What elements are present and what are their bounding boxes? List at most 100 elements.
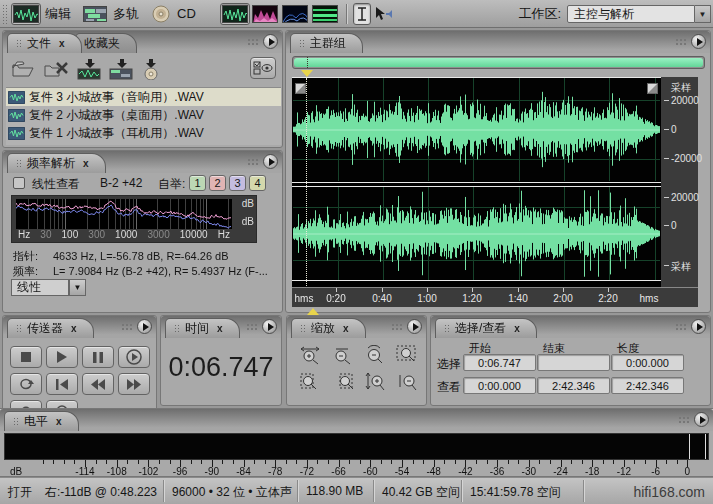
zoom-selection-right-button[interactable]: [329, 371, 357, 393]
file-list-item[interactable]: 复件 1 小城故事（耳机用）.WAV: [6, 124, 281, 142]
waveform-display[interactable]: [292, 77, 661, 287]
playhead-cursor[interactable]: [306, 78, 307, 286]
fast-forward-button[interactable]: [118, 373, 150, 395]
tab-levels-close-icon[interactable]: x: [56, 417, 62, 427]
view-start-field[interactable]: 0:00.000: [463, 377, 536, 394]
status-separator: [583, 480, 584, 502]
tab-transport-close-icon[interactable]: x: [71, 324, 77, 334]
tab-time[interactable]: 时间 x: [165, 318, 240, 338]
tab-files-close-icon[interactable]: x: [59, 39, 65, 49]
cd-view-button[interactable]: [149, 3, 173, 25]
selview-panel-menu-button[interactable]: [691, 319, 706, 334]
overview-range[interactable]: [294, 58, 703, 67]
selection-handle-left[interactable]: [295, 83, 306, 94]
zoom-out-vertical-button[interactable]: [393, 371, 421, 393]
loop-button[interactable]: [10, 373, 42, 395]
hold-button-3[interactable]: 3: [229, 175, 246, 191]
playhead-marker-top[interactable]: [301, 70, 313, 77]
zoom-in-horizontal-button[interactable]: [297, 344, 325, 366]
main-panel-menu-button[interactable]: [691, 34, 706, 49]
phase-display-button[interactable]: [310, 3, 340, 25]
selection-end-field[interactable]: [537, 354, 610, 371]
linear-view-label: 线性查看: [32, 176, 80, 193]
tab-favorites[interactable]: 收藏夹: [75, 33, 137, 53]
hold-button-4[interactable]: 4: [249, 175, 266, 191]
pan-display-button[interactable]: [280, 3, 310, 25]
tab-transport[interactable]: 传送器 x: [7, 318, 94, 338]
zoom-to-selection-button[interactable]: [393, 344, 421, 366]
timeline-ruler[interactable]: hms0:200:401:001:201:402:002:20hms: [292, 287, 698, 307]
freq-panel-menu-button[interactable]: [263, 154, 278, 169]
spectral-display-button[interactable]: [250, 3, 280, 25]
frequency-graph[interactable]: dB dB Hz301003001000300010000Hz: [11, 195, 257, 243]
levels-panel-menu-button[interactable]: [694, 412, 709, 427]
tab-frequency-close-icon[interactable]: x: [83, 159, 89, 169]
multitrack-view-label[interactable]: 多轨: [113, 5, 139, 23]
overview-scrollbar[interactable]: [292, 56, 705, 69]
import-session-icon[interactable]: [109, 58, 133, 80]
workspace-dropdown-arrow[interactable]: ▼: [695, 5, 711, 23]
db-tick-label: -114: [75, 466, 94, 477]
zoom-out-horizontal-button[interactable]: [329, 344, 357, 366]
waveform-right-channel[interactable]: [293, 187, 660, 280]
file-list-item[interactable]: 复件 3 小城故事（音响用）.WAV: [6, 88, 281, 106]
edit-view-button[interactable]: [11, 3, 41, 25]
hold-button-2[interactable]: 2: [209, 175, 226, 191]
zoom-selection-left-button[interactable]: [297, 371, 325, 393]
files-panel-menu-button[interactable]: [263, 34, 278, 49]
scrub-tool-button[interactable]: [371, 3, 395, 25]
zoom-full-button[interactable]: [361, 344, 389, 366]
zoom-panel-menu-button[interactable]: [407, 319, 422, 334]
time-panel-menu-button[interactable]: [262, 319, 277, 334]
edit-view-label[interactable]: 编辑: [45, 5, 71, 23]
time-display[interactable]: 0:06.747: [161, 352, 281, 383]
workspace-select[interactable]: 主控与解析: [567, 5, 695, 23]
tab-zoom-close-icon[interactable]: x: [343, 324, 349, 334]
toolbar-grip[interactable]: [2, 4, 7, 24]
view-end-field[interactable]: 2:42.346: [537, 377, 610, 394]
scale-select-arrow[interactable]: ▼: [69, 279, 86, 296]
waveform-display-button[interactable]: [220, 3, 250, 25]
tab-select-view[interactable]: 选择/查看 x: [435, 318, 537, 338]
playhead-marker-bottom[interactable]: [307, 308, 319, 315]
stop-button[interactable]: [10, 346, 42, 368]
hold-button-1[interactable]: 1: [189, 175, 206, 191]
rewind-button[interactable]: [82, 373, 114, 395]
zoom-in-vertical-button[interactable]: [361, 371, 389, 393]
play-button[interactable]: [46, 346, 78, 368]
time-selection-tool-button[interactable]: [353, 3, 371, 25]
tab-levels[interactable]: 电平 x: [4, 411, 79, 431]
amp-tick: 20000: [671, 192, 699, 203]
tab-select-view-close-icon[interactable]: x: [514, 324, 520, 334]
timeline-tick: [563, 288, 564, 292]
waveform-left-channel[interactable]: [293, 78, 660, 181]
level-meter[interactable]: [4, 433, 709, 460]
open-file-icon[interactable]: [11, 59, 35, 79]
tab-frequency-analysis[interactable]: 频率解析 x: [7, 153, 106, 173]
play-from-cursor-button[interactable]: [118, 346, 150, 368]
selection-handle-right[interactable]: [647, 83, 658, 94]
transport-panel-menu-button[interactable]: [137, 319, 152, 334]
scale-select[interactable]: 线性: [11, 279, 69, 296]
freq-panel-header: 频率解析 x: [3, 151, 282, 173]
pause-button[interactable]: [82, 346, 114, 368]
multitrack-view-button[interactable]: [81, 3, 109, 25]
tab-files[interactable]: 文件 x: [7, 33, 82, 53]
linear-view-checkbox[interactable]: [13, 177, 25, 189]
files-options-button[interactable]: [250, 57, 276, 79]
selection-length-field[interactable]: 0:00.000: [611, 354, 684, 371]
cd-view-label[interactable]: CD: [177, 6, 196, 21]
view-length-field[interactable]: 2:42.346: [611, 377, 684, 394]
close-file-icon[interactable]: [43, 59, 69, 79]
status-cursor-info: 右:-11dB @ 0:48.223: [45, 484, 157, 501]
import-file-icon[interactable]: [77, 58, 101, 80]
tab-main-group[interactable]: 主群组: [290, 33, 363, 53]
tab-zoom[interactable]: 缩放 x: [291, 318, 366, 338]
tab-time-close-icon[interactable]: x: [217, 324, 223, 334]
file-list-item[interactable]: 复件 2 小城故事（桌面用）.WAV: [6, 106, 281, 124]
go-to-start-button[interactable]: [46, 373, 78, 395]
panel-grip: [247, 158, 258, 166]
amplitude-ruler[interactable]: 采样 20000 0 -20000 20000 0 采样: [663, 77, 698, 287]
selection-start-field[interactable]: 0:06.747: [463, 354, 536, 371]
import-cd-icon[interactable]: [141, 58, 161, 80]
